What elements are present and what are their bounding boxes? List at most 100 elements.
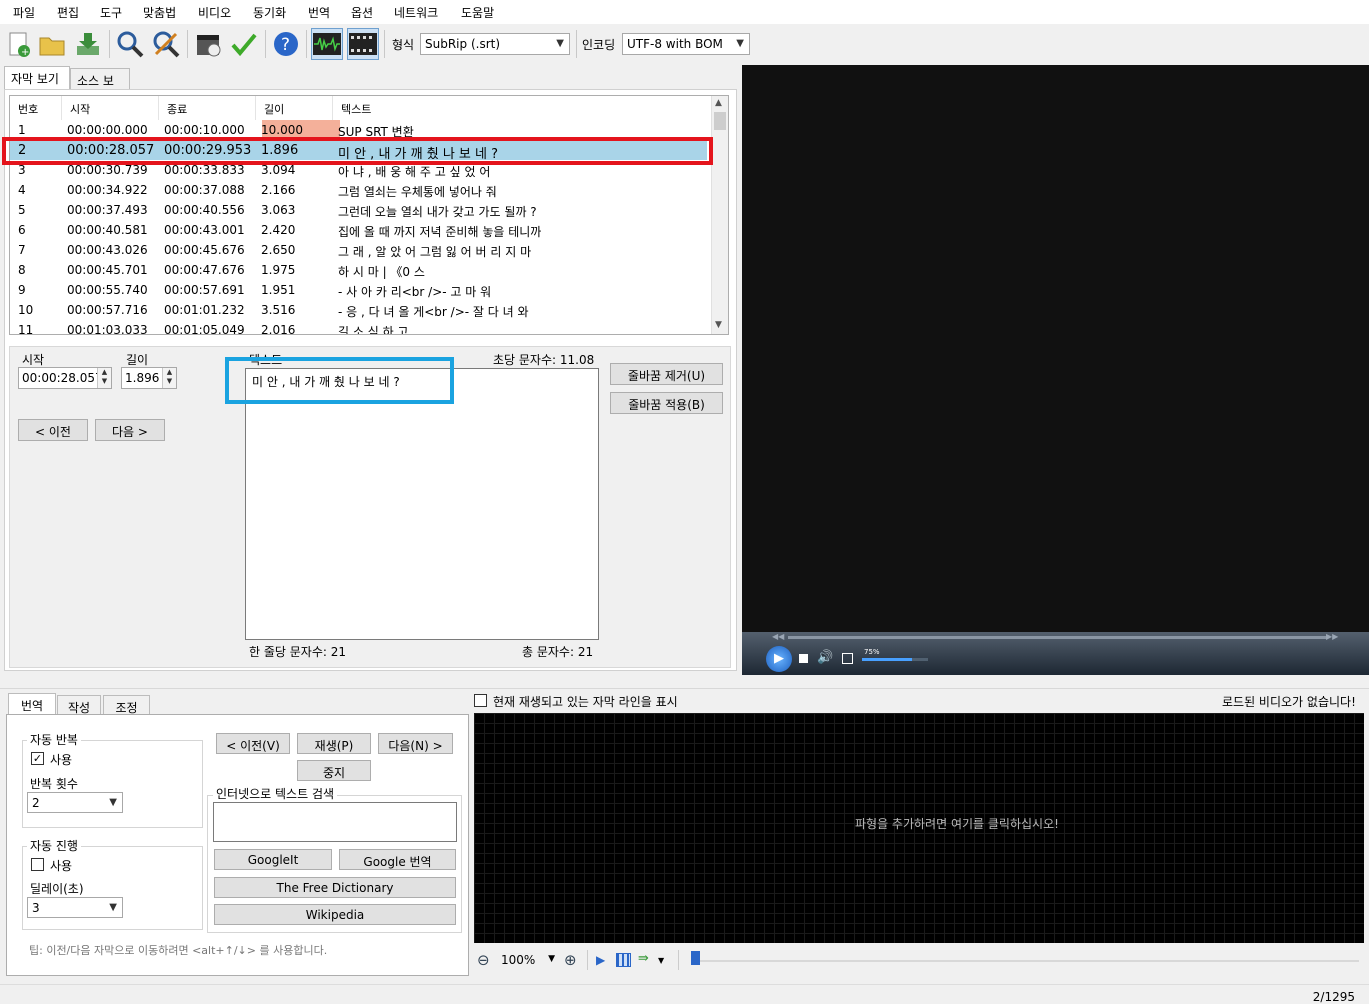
col-header-text[interactable]: 텍스트 <box>333 96 707 120</box>
menu-network[interactable]: 네트워크 <box>394 4 438 21</box>
google-translate-button[interactable]: Google 번역 <box>339 849 456 870</box>
cell-start: 00:00:40.581 <box>67 223 148 237</box>
play-waveform-icon[interactable]: ▶ <box>596 953 605 967</box>
open-folder-icon[interactable] <box>36 28 68 60</box>
encoding-select[interactable]: UTF-8 with BOM ▼ <box>622 33 750 55</box>
auto-continue-checkbox[interactable] <box>31 858 44 871</box>
replace-icon[interactable] <box>150 28 182 60</box>
zoom-select[interactable]: 100% ▼ <box>501 953 557 971</box>
col-header-start[interactable]: 시작 <box>62 96 159 120</box>
menu-video[interactable]: 비디오 <box>198 4 231 21</box>
new-file-icon[interactable]: + <box>2 28 34 60</box>
apply-line-breaks-button[interactable]: 줄바꿈 적용(B) <box>610 392 723 414</box>
cell-no: 4 <box>18 183 26 197</box>
web-search-label: 인터넷으로 텍스트 검색 <box>213 785 338 802</box>
find-icon[interactable] <box>114 28 146 60</box>
menu-file[interactable]: 파일 <box>13 4 35 21</box>
cell-dur: 2.420 <box>261 223 296 237</box>
menu-options[interactable]: 옵션 <box>351 4 373 21</box>
format-select[interactable]: SubRip (.srt) ▼ <box>420 33 570 55</box>
waveform-icon[interactable] <box>311 28 343 60</box>
cell-start: 00:00:00.000 <box>67 123 148 137</box>
video-player[interactable] <box>742 65 1369 675</box>
next-n-button[interactable]: 다음(N) > <box>378 733 453 754</box>
wikipedia-button[interactable]: Wikipedia <box>214 904 456 925</box>
cell-no: 8 <box>18 263 26 277</box>
start-time-input[interactable]: 00:00:28.057 ▲ ▼ <box>18 367 112 389</box>
table-row[interactable]: 6 00:00:40.581 00:00:43.001 2.420 집에 올 때 까지 … <box>10 220 707 240</box>
scroll-down-icon[interactable]: ▼ <box>715 320 722 330</box>
menu-spellcheck[interactable]: 맞춤법 <box>143 4 176 21</box>
scroll-up-icon[interactable]: ▲ <box>715 98 722 108</box>
volume-slider[interactable] <box>862 658 928 661</box>
download-icon[interactable] <box>72 28 104 60</box>
cell-end: 00:00:33.833 <box>164 163 245 177</box>
delay-select[interactable]: 3 ▼ <box>27 897 123 918</box>
col-header-duration[interactable]: 길이 <box>256 96 333 120</box>
waveform-position-thumb[interactable] <box>691 951 700 965</box>
menu-help[interactable]: 도움말 <box>461 4 494 21</box>
tab-source-view[interactable]: 소스 보기 <box>70 68 130 105</box>
web-search-input[interactable] <box>213 802 457 842</box>
tab-subtitle-view[interactable]: 자막 보기 <box>4 66 70 90</box>
cell-text: 하 시 마 | 《0 스 <box>338 265 425 279</box>
stop-icon[interactable] <box>799 654 808 663</box>
table-row[interactable]: 10 00:00:57.716 00:01:01.232 3.516 - 응 , 다 녀… <box>10 300 707 320</box>
subtitle-text-editor[interactable]: 미 안 , 내 가 깨 췄 나 보 네 ? <box>245 368 599 640</box>
play-p-button[interactable]: 재생(P) <box>297 733 371 754</box>
spin-updown-icon[interactable]: ▲ ▼ <box>162 368 176 388</box>
cell-start: 00:00:34.922 <box>67 183 148 197</box>
table-row[interactable]: 8 00:00:45.701 00:00:47.676 1.975 하 시 마 | 《0… <box>10 260 707 280</box>
waveform-position-track[interactable] <box>697 960 1359 962</box>
next-button[interactable]: 다음 > <box>95 419 165 441</box>
table-row[interactable]: 4 00:00:34.922 00:00:37.088 2.166 그럼 열쇠는 우체통… <box>10 180 707 200</box>
table-row[interactable]: 7 00:00:43.026 00:00:45.676 2.650 그 래 , 알 았 … <box>10 240 707 260</box>
scroll-thumb[interactable] <box>714 112 726 130</box>
seek-back-icon[interactable]: ◀◀ <box>772 632 784 641</box>
show-current-line-checkbox[interactable] <box>474 694 487 707</box>
total-chars: 총 문자수: 21 <box>522 645 594 659</box>
waveform-area[interactable]: 파형을 추가하려면 여기를 클릭하십시오! <box>474 713 1364 943</box>
video-clapper-icon[interactable] <box>192 28 224 60</box>
repeat-count-select[interactable]: 2 ▼ <box>27 792 123 813</box>
cell-end: 00:00:47.676 <box>164 263 245 277</box>
googleit-button[interactable]: GoogleIt <box>214 849 332 870</box>
list-scrollbar[interactable]: ▲ ▼ <box>711 96 728 334</box>
col-header-end[interactable]: 종료 <box>159 96 256 120</box>
cell-end: 00:00:45.676 <box>164 243 245 257</box>
chevron-down-icon: ▼ <box>109 902 117 913</box>
menu-translate[interactable]: 번역 <box>308 4 330 21</box>
prev-v-button[interactable]: < 이전(V) <box>216 733 290 754</box>
check-icon[interactable] <box>228 28 260 60</box>
subtitle-list[interactable]: 번호 시작 종료 길이 텍스트 1 00:00:00.000 00:00:10.00… <box>9 95 729 335</box>
table-row[interactable]: 9 00:00:55.740 00:00:57.691 1.951 - 사 아 카 리<… <box>10 280 707 300</box>
table-row[interactable]: 11 00:01:03.033 00:01:05.049 2.016 길 소 심 하 고 <box>10 320 707 334</box>
duration-input[interactable]: 1.896 ▲ ▼ <box>121 367 177 389</box>
volume-icon[interactable]: 🔊 <box>817 650 833 665</box>
menu-edit[interactable]: 편집 <box>57 4 79 21</box>
col-header-number[interactable]: 번호 <box>10 96 62 120</box>
seek-forward-icon[interactable]: ▶▶ <box>1326 632 1338 641</box>
auto-repeat-checkbox[interactable]: ✓ <box>31 752 44 765</box>
free-dictionary-button[interactable]: The Free Dictionary <box>214 877 456 898</box>
menu-tools[interactable]: 도구 <box>100 4 122 21</box>
cell-no: 6 <box>18 223 26 237</box>
spin-updown-icon[interactable]: ▲ ▼ <box>97 368 111 388</box>
chevron-down-icon[interactable]: ▼ <box>658 956 664 965</box>
help-icon[interactable]: ? <box>270 28 302 60</box>
go-next-icon[interactable]: ⇛ <box>638 951 649 966</box>
fullscreen-icon[interactable] <box>842 653 853 664</box>
prev-button[interactable]: < 이전 <box>18 419 88 441</box>
video-seek-bar[interactable] <box>788 636 1328 639</box>
stop-button[interactable]: 중지 <box>297 760 371 781</box>
split-view-icon[interactable] <box>616 953 631 967</box>
play-icon[interactable]: ▶ <box>766 646 792 672</box>
video-strip-icon[interactable] <box>347 28 379 60</box>
splitter[interactable] <box>0 688 1369 689</box>
zoom-in-icon[interactable]: ⊕ <box>564 951 577 969</box>
zoom-out-icon[interactable]: ⊖ <box>477 951 490 969</box>
menu-sync[interactable]: 동기화 <box>253 4 286 21</box>
table-row[interactable]: 5 00:00:37.493 00:00:40.556 3.063 그런데 오늘 열쇠 … <box>10 200 707 220</box>
auto-continue-use-label: 사용 <box>50 859 73 873</box>
remove-line-breaks-button[interactable]: 줄바꿈 제거(U) <box>610 363 723 385</box>
